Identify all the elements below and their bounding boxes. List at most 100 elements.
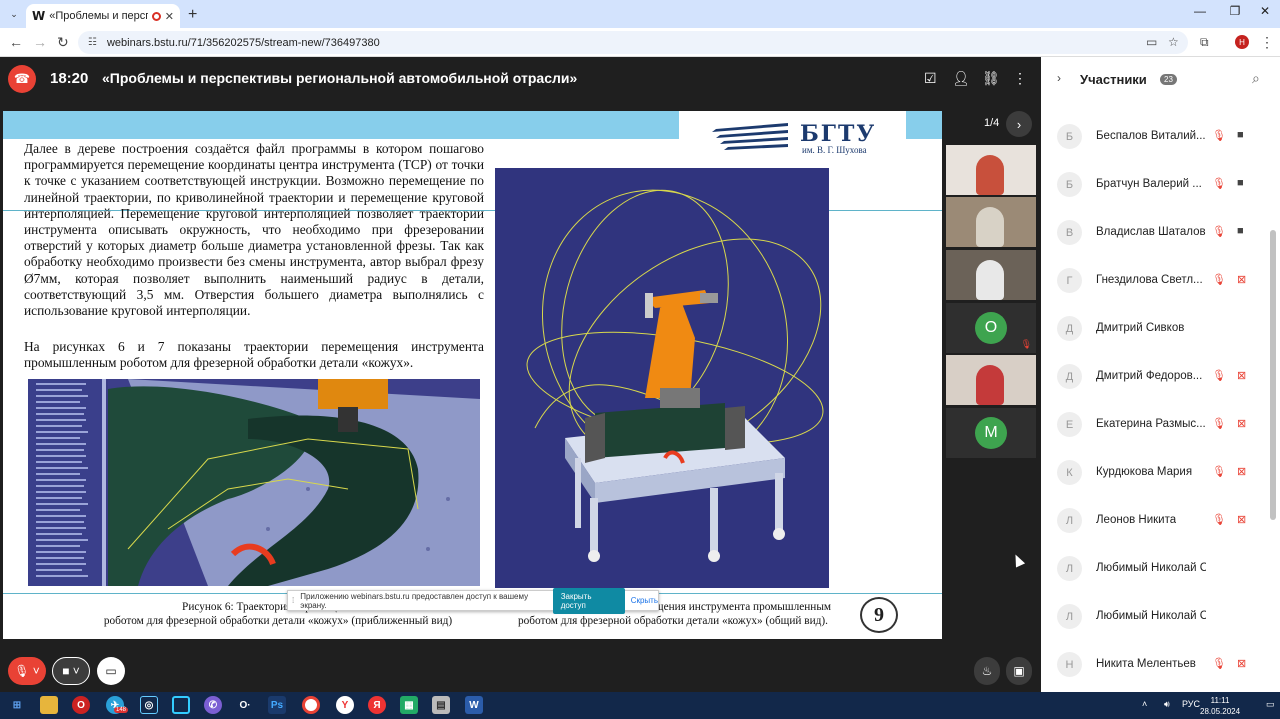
video-tile[interactable]: М xyxy=(946,408,1036,458)
participant-row[interactable]: Л Леонов Никита 🎙︎ ⊠ xyxy=(1041,497,1272,545)
fire-icon: ♨ xyxy=(981,664,993,678)
participant-video xyxy=(976,155,1004,195)
stop-sharing-button[interactable]: Закрыть доступ xyxy=(552,587,625,614)
snipping-tool-icon[interactable] xyxy=(172,696,190,714)
mic-off-icon: 🎙︎ ˅ xyxy=(14,664,40,678)
camera-on-icon: ■ xyxy=(1237,129,1244,141)
calculator-icon[interactable]: ▤ xyxy=(432,696,450,714)
participant-row[interactable]: Г Гнездилова Светл... 🎙︎ ⊠ xyxy=(1041,257,1272,305)
camera-toggle-button[interactable]: ■ ˅ xyxy=(52,657,90,685)
camera-off-icon: ⊠ xyxy=(1237,658,1247,670)
participants-label: Участники xyxy=(1080,72,1147,87)
extensions-icon[interactable]: ⧉ xyxy=(1200,35,1209,50)
camera-off-icon: ⊠ xyxy=(1237,466,1247,478)
app-icon-2[interactable]: O· xyxy=(236,696,254,714)
app-icon-1[interactable]: ◎ xyxy=(140,696,158,714)
participant-row[interactable]: Б Беспалов Виталий... 🎙︎ ■ xyxy=(1041,113,1272,161)
viber-icon[interactable]: ✆ xyxy=(204,696,222,714)
participant-row[interactable]: Л Любимый Николай Сергеевич xyxy=(1041,593,1272,641)
participant-initial: Д xyxy=(1057,364,1082,389)
close-tab-icon[interactable]: ✕ xyxy=(165,10,174,23)
forward-icon[interactable]: → xyxy=(33,34,47,50)
participant-initial: К xyxy=(1057,460,1082,485)
chrome-icon[interactable] xyxy=(302,696,320,714)
leave-call-button[interactable]: ☎ xyxy=(8,65,36,93)
minimize-icon[interactable]: — xyxy=(1190,4,1210,18)
participant-name: Беспалов Виталий... xyxy=(1096,130,1206,142)
participant-avatar: О xyxy=(975,312,1007,344)
participant-row[interactable]: Е Екатерина Размыс... 🎙︎ ⊠ xyxy=(1041,401,1272,449)
tray-expand-icon[interactable]: ˄ xyxy=(1142,699,1147,709)
screen-icon: ▭ xyxy=(105,664,117,678)
link-icon[interactable]: ⛓︎ xyxy=(982,70,1000,87)
participant-name: Екатерина Размыс... xyxy=(1096,418,1206,430)
screen-share-button[interactable]: ▭ xyxy=(97,657,125,685)
reload-icon[interactable]: ↻ xyxy=(57,34,69,51)
mouse-cursor-icon xyxy=(1010,552,1026,568)
participant-video xyxy=(976,207,1004,247)
site-info-icon[interactable]: ☷ xyxy=(88,37,97,48)
tab-search-icon[interactable]: ⌄ xyxy=(6,6,22,22)
participants-scrollbar[interactable] xyxy=(1270,230,1276,520)
participant-name: Леонов Никита xyxy=(1096,514,1177,526)
video-tile[interactable] xyxy=(946,355,1036,405)
browser-tab[interactable]: W «Проблемы и перспективы ✕ xyxy=(26,4,180,28)
participants-count-badge: 23 xyxy=(1160,74,1177,85)
participant-name: Дмитрий Федоров... xyxy=(1096,370,1203,382)
bookmark-icon[interactable]: ☆ xyxy=(1168,35,1179,49)
notifications-icon[interactable]: ▭ xyxy=(1266,699,1275,710)
video-tile[interactable]: О 🎙︎ xyxy=(946,303,1036,353)
video-tile[interactable] xyxy=(946,145,1036,195)
close-window-icon[interactable]: ✕ xyxy=(1255,4,1275,18)
drag-handle-icon[interactable]: ⁞ xyxy=(292,596,294,605)
photoshop-icon[interactable]: Ps xyxy=(268,696,286,714)
app-icon-3[interactable]: ▦ xyxy=(400,696,418,714)
back-icon[interactable]: ← xyxy=(9,34,23,50)
windows-start-icon[interactable]: ⊞ xyxy=(8,696,26,714)
participant-initial: Л xyxy=(1057,508,1082,533)
logo-subtitle: им. В. Г. Шухова xyxy=(802,145,867,155)
mic-off-icon: 🎙︎ xyxy=(1212,178,1226,190)
restore-icon[interactable]: ❐ xyxy=(1225,4,1245,18)
more-icon[interactable]: ⋮ xyxy=(1013,70,1027,87)
participant-initial: Н xyxy=(1057,652,1082,677)
participant-row[interactable]: Д Дмитрий Сивков xyxy=(1041,305,1272,353)
new-tab-icon[interactable]: + xyxy=(188,6,197,24)
language-indicator[interactable]: РУС xyxy=(1182,699,1200,709)
yandex-browser-icon[interactable]: Y xyxy=(336,696,354,714)
participant-initial: В xyxy=(1057,220,1082,245)
next-slide-button[interactable]: › xyxy=(1006,111,1032,137)
phone-icon: ☎ xyxy=(13,71,31,86)
slide-page-indicator: 1/4 xyxy=(984,117,1000,129)
person-icon[interactable]: 👤︎ xyxy=(952,70,970,87)
cast-icon[interactable]: ▭ xyxy=(1146,35,1157,49)
volume-icon[interactable]: 🔊︎ xyxy=(1164,699,1170,710)
yandex-icon[interactable]: Я xyxy=(368,696,386,714)
participant-row[interactable]: Б Братчун Валерий ... 🎙︎ ■ xyxy=(1041,161,1272,209)
browser-menu-icon[interactable]: ⋮ xyxy=(1260,34,1274,51)
file-explorer-icon[interactable] xyxy=(40,696,58,714)
participant-row[interactable]: Д Дмитрий Федоров... 🎙︎ ⊠ xyxy=(1041,353,1272,401)
url-field[interactable]: ☷ webinars.bstu.ru/71/356202575/stream-n… xyxy=(78,31,1188,54)
participant-row[interactable]: К Курдюкова Мария 🎙︎ ⊠ xyxy=(1041,449,1272,497)
system-clock[interactable]: 11:11 28.05.2024 xyxy=(1200,695,1240,717)
tab-favicon: W xyxy=(32,9,46,23)
participant-row[interactable]: В Владислав Шаталов 🎙︎ ■ xyxy=(1041,209,1272,257)
checklist-icon[interactable]: ☑ xyxy=(924,70,937,87)
word-icon[interactable]: W xyxy=(465,696,483,714)
meeting-header: ☎ 18:20 «Проблемы и перспективы регионал… xyxy=(0,57,1040,101)
reactions-button[interactable]: ♨ xyxy=(974,657,1000,685)
layout-button[interactable]: ▣ xyxy=(1006,657,1032,685)
mic-toggle-button[interactable]: 🎙︎ ˅ xyxy=(8,657,46,685)
participant-row[interactable]: Л Любимый Николай Се... я xyxy=(1041,545,1272,593)
participant-row[interactable]: Н Никита Мелентьев 🎙︎ ⊠ xyxy=(1041,641,1272,689)
hide-notice-button[interactable]: Скрыть xyxy=(631,596,658,605)
participant-name: Дмитрий Сивков xyxy=(1096,322,1185,334)
profile-avatar[interactable]: Н xyxy=(1235,35,1249,49)
opera-icon[interactable]: O xyxy=(72,696,90,714)
search-icon[interactable]: ⌕ xyxy=(1252,70,1260,87)
chevron-right-icon: › xyxy=(1016,116,1022,132)
video-tile[interactable] xyxy=(946,250,1036,300)
collapse-chevron-icon[interactable]: › xyxy=(1057,71,1061,85)
video-tile[interactable] xyxy=(946,197,1036,247)
